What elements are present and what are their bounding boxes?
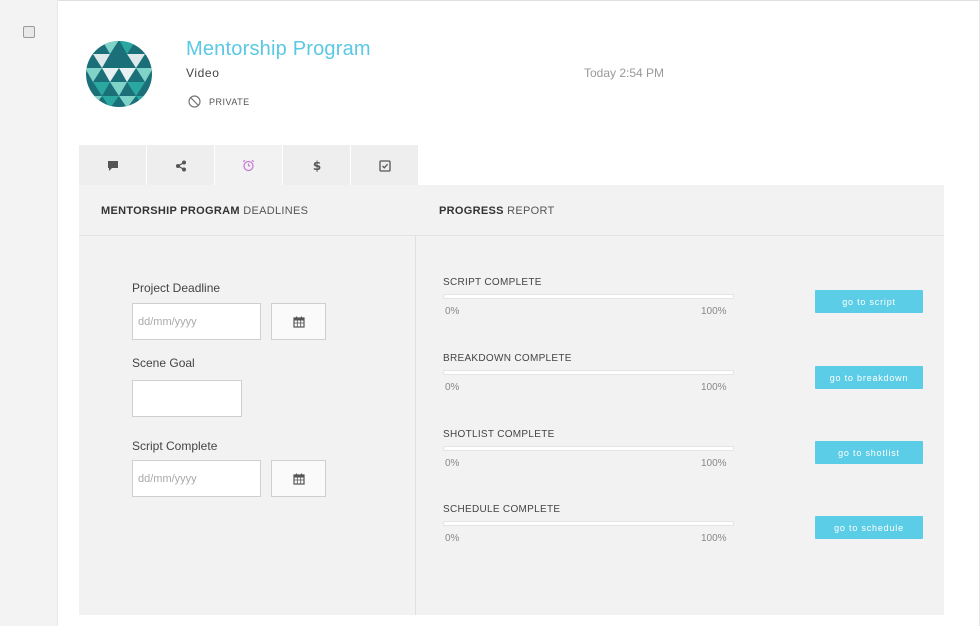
blocked-icon	[188, 95, 201, 108]
progress-min: 0%	[445, 458, 460, 469]
left-rail	[0, 0, 58, 626]
progress-label: SCRIPT COMPLETE	[443, 277, 542, 288]
go-to-breakdown-button[interactable]: go to breakdown	[815, 366, 923, 389]
panel-divider	[415, 236, 416, 615]
top-border	[0, 0, 980, 1]
go-to-script-button[interactable]: go to script	[815, 290, 923, 313]
project-deadline-label: Project Deadline	[132, 281, 221, 295]
checkbox-icon	[378, 159, 391, 172]
progress-min: 0%	[445, 306, 460, 317]
project-type: Video	[186, 66, 220, 80]
svg-text:$: $	[312, 159, 320, 172]
script-complete-label: Script Complete	[132, 439, 218, 453]
script-complete-calendar-button[interactable]	[271, 460, 326, 497]
progress-min: 0%	[445, 533, 460, 544]
tab-comments[interactable]	[79, 145, 147, 186]
project-title[interactable]: Mentorship Program	[186, 38, 371, 61]
progress-label: SCHEDULE COMPLETE	[443, 504, 561, 515]
progress-heading-bold: PROGRESS	[439, 205, 504, 217]
progress-max: 100%	[701, 382, 727, 393]
privacy-indicator: PRIVATE	[188, 95, 250, 108]
progress-min: 0%	[445, 382, 460, 393]
progress-label: BREAKDOWN COMPLETE	[443, 353, 572, 364]
go-to-schedule-button[interactable]: go to schedule	[815, 516, 923, 539]
timestamp: Today 2:54 PM	[584, 66, 665, 80]
progress-max: 100%	[701, 533, 727, 544]
tab-bar: $	[79, 145, 419, 186]
privacy-label: PRIVATE	[209, 96, 250, 107]
script-complete-input[interactable]	[132, 460, 261, 497]
progress-max: 100%	[701, 306, 727, 317]
panel-header: MENTORSHIP PROGRAM DEADLINES PROGRESS RE…	[79, 185, 944, 236]
dollar-icon: $	[312, 159, 320, 172]
scene-goal-label: Scene Goal	[132, 356, 195, 370]
deadlines-heading-bold: MENTORSHIP PROGRAM	[101, 205, 240, 217]
comment-icon	[107, 160, 118, 171]
progress-heading-rest: REPORT	[503, 205, 555, 217]
project-deadline-input[interactable]	[132, 303, 261, 340]
calendar-icon	[292, 473, 305, 485]
share-icon	[175, 160, 186, 171]
progress-heading: PROGRESS REPORT	[439, 205, 555, 217]
tab-deadlines[interactable]	[215, 145, 283, 186]
progress-max: 100%	[701, 458, 727, 469]
progress-label: SHOTLIST COMPLETE	[443, 429, 555, 440]
select-checkbox[interactable]	[23, 26, 35, 38]
progress-bar	[443, 521, 734, 526]
tab-tasks[interactable]	[351, 145, 419, 186]
scene-goal-input[interactable]	[132, 380, 242, 417]
calendar-icon	[292, 316, 305, 328]
tab-budget[interactable]: $	[283, 145, 351, 186]
tab-share[interactable]	[147, 145, 215, 186]
progress-bar	[443, 370, 734, 375]
project-logo	[86, 41, 152, 107]
project-deadline-calendar-button[interactable]	[271, 303, 326, 340]
progress-bar	[443, 446, 734, 451]
deadlines-heading: MENTORSHIP PROGRAM DEADLINES	[101, 205, 308, 217]
deadlines-heading-rest: DEADLINES	[239, 205, 309, 217]
deadlines-panel: MENTORSHIP PROGRAM DEADLINES PROGRESS RE…	[79, 185, 944, 615]
go-to-shotlist-button[interactable]: go to shotlist	[815, 441, 923, 464]
alarm-clock-icon	[242, 159, 255, 172]
progress-bar	[443, 294, 734, 299]
